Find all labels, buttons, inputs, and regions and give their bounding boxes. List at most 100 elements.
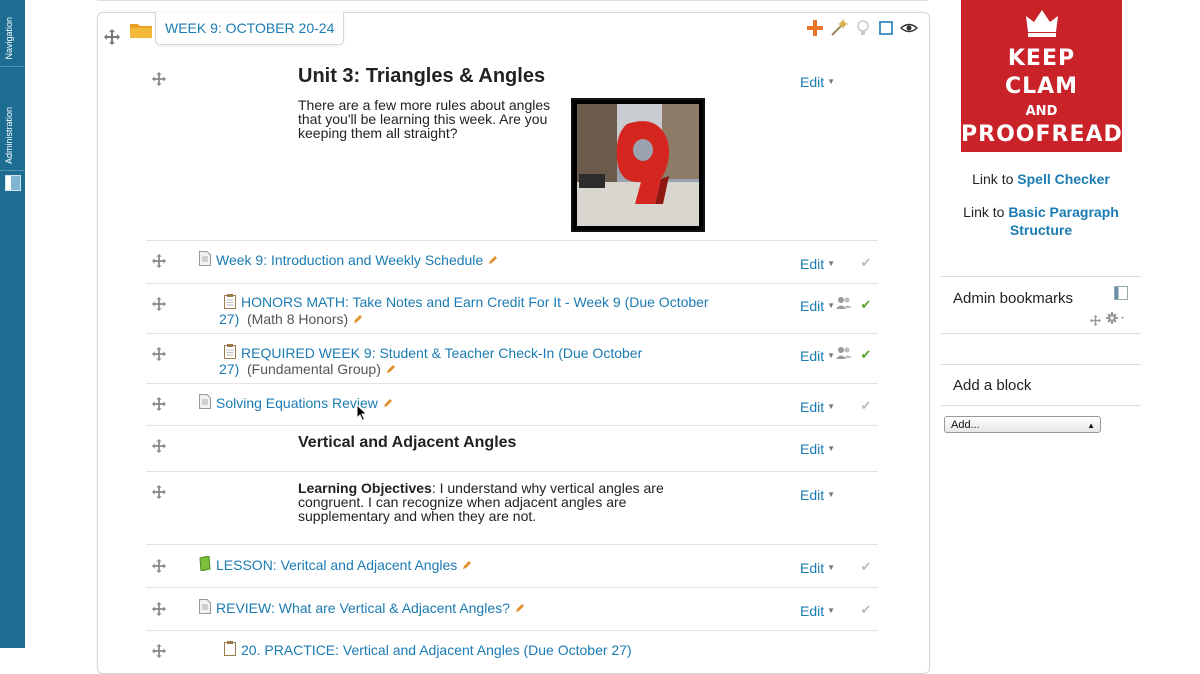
folder-icon <box>129 21 153 39</box>
expand-square-icon[interactable] <box>877 19 895 37</box>
dock-tab-navigation-label: Navigation <box>4 17 14 60</box>
block-divider <box>941 364 1141 365</box>
admin-bookmarks-title: Admin bookmarks <box>953 290 1074 307</box>
group-restriction-label: (Math 8 Honors) <box>247 311 349 327</box>
dock-tab-administration-label: Administration <box>4 106 14 164</box>
summary-edit-menu[interactable]: Edit ▼ <box>800 74 835 90</box>
activity-edit-menu[interactable]: Edit ▼ <box>800 560 835 576</box>
edit-title-pencil-icon[interactable] <box>462 557 472 569</box>
row-divider <box>146 587 878 588</box>
activity-move-icon[interactable] <box>152 559 166 573</box>
dock-tab-administration[interactable]: Administration <box>0 66 25 171</box>
activity-link[interactable]: Week 9: Introduction and Weekly Schedule <box>216 252 498 269</box>
activity-edit-menu[interactable]: Edit ▼ <box>800 298 835 314</box>
left-dock: Navigation Administration <box>0 0 25 648</box>
spell-checker-line: Link to Spell Checker <box>972 171 1110 187</box>
activity-move-icon[interactable] <box>152 297 166 311</box>
lesson-icon <box>199 555 211 572</box>
activity-link-honors-notes[interactable]: HONORS MATH: Take Notes and Earn Credit … <box>241 294 709 311</box>
block-divider <box>941 405 1141 406</box>
block-divider <box>941 276 1141 277</box>
activity-edit-menu[interactable]: Edit ▼ <box>800 603 835 619</box>
group-restriction-label: (Fundamental Group) <box>247 361 381 377</box>
eye-icon[interactable] <box>899 19 919 37</box>
row-divider <box>146 630 878 631</box>
dock-tab-navigation[interactable]: Navigation <box>0 0 25 67</box>
edit-title-pencil-icon[interactable] <box>383 395 393 407</box>
activity-move-icon[interactable] <box>152 254 166 268</box>
section-title: WEEK 9: OCTOBER 20-24 <box>165 20 335 36</box>
paragraph-structure-line: Link to Basic Paragraph Structure <box>963 204 1119 238</box>
completion-check-icon[interactable]: ✔ <box>859 560 873 574</box>
row-divider <box>146 383 878 384</box>
block-divider <box>941 333 1141 334</box>
page-icon <box>199 599 211 614</box>
previous-section-edge <box>97 0 928 3</box>
label-move-icon[interactable] <box>152 485 166 499</box>
add-block-title: Add a block <box>953 377 1032 394</box>
completion-check-icon[interactable]: ✔ <box>859 298 873 312</box>
row-divider <box>146 544 878 545</box>
activity-link-checkin-cont[interactable]: 27) (Fundamental Group) <box>219 361 396 378</box>
label-edit-menu[interactable]: Edit ▼ <box>800 487 835 503</box>
crown-icon <box>1024 6 1060 38</box>
row-divider <box>146 333 878 334</box>
poster-line-2: CLAM <box>1004 74 1079 99</box>
add-activity-icon[interactable] <box>806 19 824 37</box>
activity-move-icon[interactable] <box>152 347 166 361</box>
poster-line-4: PROOFREAD <box>961 122 1123 147</box>
activity-link-review[interactable]: REVIEW: What are Vertical & Adjacent Ang… <box>216 600 525 617</box>
edit-title-pencil-icon[interactable] <box>386 361 396 373</box>
activity-link-lesson[interactable]: LESSON: Veritcal and Adjacent Angles <box>216 557 472 574</box>
row-divider <box>146 471 878 472</box>
poster-line-3: AND <box>1025 104 1058 119</box>
unit-title: Unit 3: Triangles & Angles <box>298 65 546 87</box>
section-title-tab[interactable]: WEEK 9: OCTOBER 20-24 <box>155 12 345 45</box>
activity-edit-menu[interactable]: Edit ▼ <box>800 256 835 272</box>
keep-calm-poster: KEEP CLAM AND PROOFREAD <box>961 0 1122 152</box>
magic-wand-icon[interactable] <box>830 19 848 37</box>
activity-link-honors-notes-cont[interactable]: 27) (Math 8 Honors) <box>219 311 363 328</box>
mouse-cursor-icon <box>356 403 368 422</box>
completion-check-icon[interactable]: ✔ <box>859 348 873 362</box>
groups-icon[interactable] <box>836 346 852 360</box>
add-block-select[interactable]: Add... ▲ <box>944 416 1101 433</box>
lightbulb-icon[interactable] <box>854 19 872 37</box>
activity-link-practice[interactable]: 20. PRACTICE: Vertical and Adjacent Angl… <box>241 642 632 659</box>
label-edit-menu[interactable]: Edit ▼ <box>800 441 835 457</box>
edit-title-pencil-icon[interactable] <box>515 600 525 612</box>
page-icon <box>199 394 211 409</box>
assignment-icon <box>224 294 236 309</box>
spell-checker-link[interactable]: Spell Checker <box>1017 171 1110 187</box>
completion-check-icon[interactable]: ✔ <box>859 603 873 617</box>
completion-check-icon[interactable]: ✔ <box>859 256 873 270</box>
groups-icon[interactable] <box>836 296 852 310</box>
gear-icon[interactable] <box>1105 311 1127 325</box>
label-move-icon[interactable] <box>152 439 166 453</box>
paragraph-structure-link[interactable]: Basic Paragraph Structure <box>1008 204 1119 238</box>
assignment-icon <box>224 641 236 656</box>
section-move-icon[interactable] <box>104 29 120 45</box>
dock-block-icon[interactable] <box>5 175 21 191</box>
assignment-icon <box>224 344 236 359</box>
activity-move-icon[interactable] <box>152 602 166 616</box>
activity-edit-menu[interactable]: Edit ▼ <box>800 348 835 364</box>
row-divider <box>146 283 878 284</box>
page-icon <box>199 251 211 266</box>
activity-edit-menu[interactable]: Edit ▼ <box>800 399 835 415</box>
block-move-icon[interactable] <box>1090 313 1101 326</box>
activity-move-icon[interactable] <box>152 644 166 658</box>
summary-move-icon[interactable] <box>152 72 166 86</box>
activity-move-icon[interactable] <box>152 397 166 411</box>
poster-line-1: KEEP <box>1007 46 1076 71</box>
edit-title-pencil-icon[interactable] <box>488 252 498 264</box>
dock-block-icon[interactable] <box>1114 286 1128 300</box>
unit-intro-text: There are a few more rules about angles … <box>298 97 551 141</box>
learning-objectives: Learning Objectives: I understand why ve… <box>298 481 718 523</box>
label-heading: Vertical and Adjacent Angles <box>298 434 517 451</box>
activity-link-checkin[interactable]: REQUIRED WEEK 9: Student & Teacher Check… <box>241 345 642 362</box>
row-divider <box>146 240 878 241</box>
edit-title-pencil-icon[interactable] <box>353 311 363 323</box>
completion-check-icon[interactable]: ✔ <box>859 399 873 413</box>
row-divider <box>146 425 878 426</box>
